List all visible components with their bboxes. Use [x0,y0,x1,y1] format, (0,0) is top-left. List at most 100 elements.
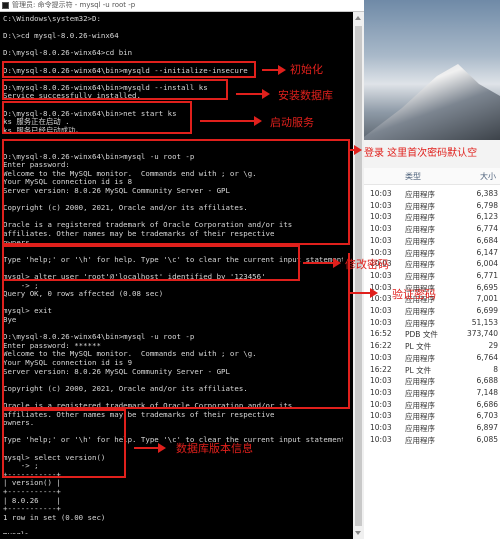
file-size: 6,383 [476,189,498,198]
file-row[interactable]: 16:22 PL 文件 29 [360,340,500,352]
file-type: 应用程序 [405,260,435,270]
file-size: 6,897 [476,423,498,432]
file-type: 应用程序 [405,353,435,363]
file-size: 7,001 [476,294,498,304]
file-type: 应用程序 [405,248,435,258]
file-type: 应用程序 [405,318,435,328]
file-time: 10:03 [370,189,392,198]
highlight-login [2,139,350,245]
console-scrollbar[interactable] [353,12,364,539]
console-titlebar[interactable]: 管理员: 命令提示符 - mysql -u root -p [0,0,364,12]
arrow-start [200,116,262,126]
arrow-version [134,443,166,453]
file-row[interactable]: 10:03 应用程序 6,686 [360,399,500,411]
file-size: 6,123 [476,212,498,222]
file-row[interactable]: 16:22 PL 文件 8 [360,364,500,376]
file-row[interactable]: 10:03 应用程序 6,123 [360,211,500,223]
file-time: 10:03 [370,270,392,280]
file-time: 10:03 [370,387,392,397]
file-type: 应用程序 [405,213,435,223]
file-row[interactable]: 10:03 应用程序 6,703 [360,410,500,422]
file-time: 10:03 [370,376,392,386]
file-time: 10:03 [370,306,392,315]
console-line: 1 row in set (0.00 sec) [3,512,106,522]
file-row[interactable]: 10:03 应用程序 6,684 [360,235,500,247]
file-size: 6,686 [476,399,498,409]
file-type: PL 文件 [405,342,432,352]
arrow-init [262,65,286,75]
file-size: 6,764 [476,352,498,362]
highlight-start [2,101,192,134]
file-type: 应用程序 [405,201,435,211]
file-size: 6,695 [476,282,498,292]
file-type: PDB 文件 [405,330,438,340]
file-type: 应用程序 [405,190,435,199]
file-time: 10:03 [370,317,392,327]
file-time: 16:52 [370,329,392,339]
file-row[interactable]: 10:03 应用程序 6,798 [360,200,500,212]
column-size[interactable]: 大小 [480,171,496,182]
note-login: 登录 这里首次密码默认空 [364,148,478,159]
file-time: 10:03 [370,434,392,444]
file-size: 6,774 [476,224,498,234]
file-type: PL 文件 [405,365,432,375]
column-type[interactable]: 类型 [405,171,421,182]
highlight-install [2,79,228,100]
highlight-init [2,61,256,78]
file-row[interactable]: 10:03 应用程序 6,085 [360,434,500,446]
file-row[interactable]: 10:03 应用程序 6,764 [360,352,500,364]
console-icon [2,2,9,9]
file-size: 6,688 [476,376,498,386]
file-type: 应用程序 [405,271,435,281]
note-start: 启动服务 [270,116,314,129]
note-install: 安装数据库 [278,89,333,102]
file-type: 应用程序 [405,424,435,433]
file-type: 应用程序 [405,236,435,246]
console-line: D:\>cd mysql-8.0.26-winx64 [3,31,119,41]
file-type: 应用程序 [405,400,435,410]
file-type: 应用程序 [405,307,435,316]
file-row[interactable]: 10:03 应用程序 6,383 [360,188,500,200]
file-size: 7,148 [476,387,498,397]
file-row[interactable]: 10:03 应用程序 6,699 [360,305,500,317]
file-size: 6,771 [476,270,498,280]
file-size: 6,147 [476,247,498,257]
arrow-login [350,145,362,155]
file-type: 应用程序 [405,435,435,445]
file-size: 51,153 [471,317,498,327]
file-type: 应用程序 [405,388,435,398]
file-size: 373,740 [466,329,498,339]
file-size: 8 [493,364,498,374]
file-size: 6,684 [476,235,498,245]
file-row[interactable]: 10:03 应用程序 6,897 [360,422,500,434]
note-version: 数据库版本信息 [176,442,253,455]
scroll-thumb[interactable] [355,26,362,526]
file-type: 应用程序 [405,377,435,387]
arrow-install [236,89,270,99]
explorer-column-header: 类型 大小 [360,168,500,185]
file-explorer-window: 类型 大小 10:03 应用程序 6,383 10:03 应用程序 6,798 10:03 应… [360,140,500,539]
file-row[interactable]: 16:52 PDB 文件 373,740 [360,328,500,340]
file-row[interactable]: 10:03 应用程序 6,774 [360,223,500,235]
file-time: 10:03 [370,399,392,409]
file-time: 10:03 [370,224,392,234]
note-change-pw: 修改密码 [345,258,389,271]
file-time: 10:03 [370,352,392,362]
console-line: C:\Windows\system32>D: [3,14,101,23]
arrow-verify [350,288,378,298]
console-line: mysql> [3,530,30,534]
note-verify: 验证密码 [392,288,436,301]
file-row[interactable]: 10:03 应用程序 7,148 [360,387,500,399]
file-size: 29 [488,341,498,351]
highlight-version [2,409,126,478]
note-init: 初始化 [290,63,323,76]
file-time: 10:03 [370,423,392,432]
scroll-down-arrow-icon[interactable] [355,531,361,535]
file-size: 6,703 [476,411,498,421]
file-size: 6,085 [476,434,498,444]
file-size: 6,004 [476,259,498,269]
file-type: 应用程序 [405,225,435,235]
file-row[interactable]: 10:03 应用程序 51,153 [360,317,500,329]
file-row[interactable]: 10:03 应用程序 6,688 [360,375,500,387]
scroll-up-arrow-icon[interactable] [355,16,361,20]
